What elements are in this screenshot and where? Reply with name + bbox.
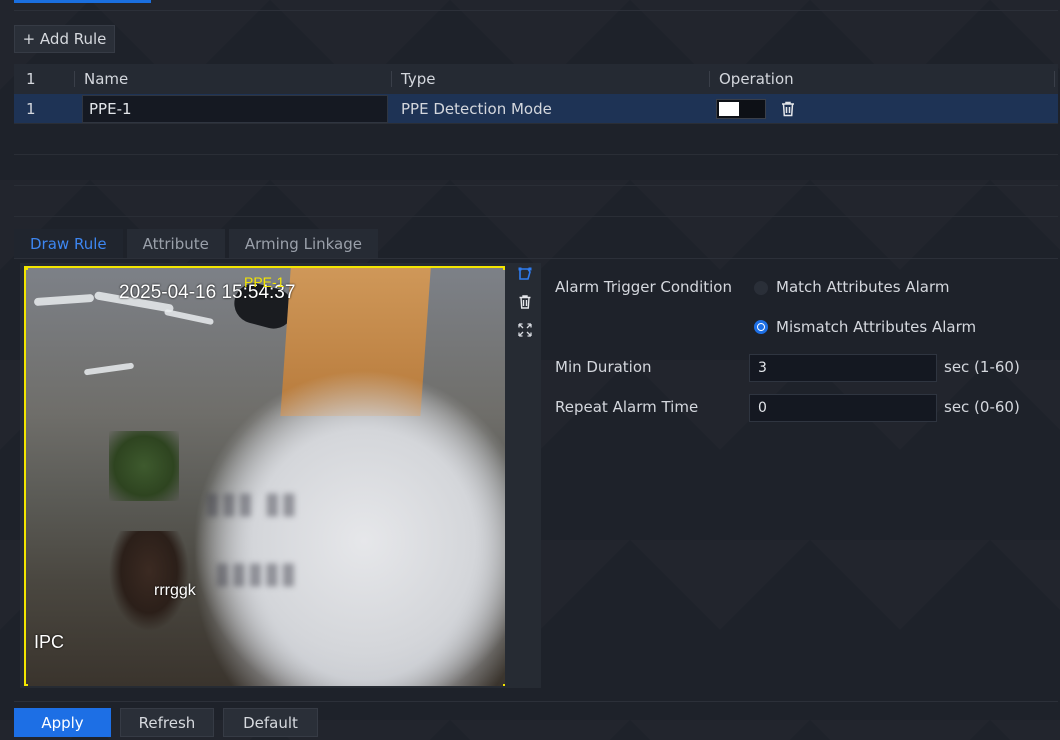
toggle-knob bbox=[719, 102, 739, 116]
divider bbox=[14, 258, 1058, 259]
region-handle[interactable] bbox=[503, 266, 505, 270]
tab-draw-rule[interactable]: Draw Rule bbox=[14, 229, 123, 259]
detection-region[interactable]: PPE-1 bbox=[24, 266, 505, 686]
mismatch-attributes-label[interactable]: Mismatch Attributes Alarm bbox=[776, 318, 976, 336]
row-index: 1 bbox=[26, 100, 36, 118]
repeat-alarm-label: Repeat Alarm Time bbox=[555, 398, 699, 416]
draw-region-icon[interactable] bbox=[517, 266, 533, 282]
trash-icon[interactable] bbox=[517, 294, 533, 310]
header-index: 1 bbox=[26, 70, 36, 88]
alarm-trigger-label: Alarm Trigger Condition bbox=[555, 278, 732, 296]
region-label: PPE-1 bbox=[244, 274, 285, 290]
video-toolbar bbox=[509, 263, 541, 688]
region-handle[interactable] bbox=[24, 266, 28, 270]
add-rule-button[interactable]: + Add Rule bbox=[14, 25, 115, 53]
region-handle[interactable] bbox=[24, 684, 28, 686]
divider bbox=[14, 10, 1058, 11]
rule-type: PPE Detection Mode bbox=[401, 100, 552, 118]
table-header: 1 Name Type Operation bbox=[14, 64, 1058, 94]
min-duration-unit: sec (1-60) bbox=[944, 358, 1020, 376]
column-separator bbox=[74, 71, 75, 87]
apply-button[interactable]: Apply bbox=[14, 708, 111, 737]
active-tab-indicator bbox=[14, 0, 151, 3]
match-attributes-label[interactable]: Match Attributes Alarm bbox=[776, 278, 950, 296]
trash-icon[interactable] bbox=[779, 100, 797, 118]
table-row-empty bbox=[14, 186, 1058, 217]
camera-live-view[interactable]: ▮▮▮ ▮▮ ▮▮▮▮▮ 2025-04-16 15:54:37 rrrggk … bbox=[24, 266, 505, 686]
repeat-alarm-input[interactable]: 0 bbox=[749, 394, 937, 422]
ppe-rule-config-page: + Add Rule 1 Name Type Operation 1 PPE-1… bbox=[0, 0, 1060, 740]
rule-enable-toggle[interactable] bbox=[716, 99, 766, 119]
tab-attribute[interactable]: Attribute bbox=[126, 229, 225, 259]
region-handle[interactable] bbox=[503, 684, 505, 686]
header-type: Type bbox=[401, 70, 436, 88]
column-separator bbox=[709, 71, 710, 87]
header-name: Name bbox=[84, 70, 129, 88]
divider bbox=[14, 701, 1058, 702]
repeat-alarm-unit: sec (0-60) bbox=[944, 398, 1020, 416]
rule-name-input[interactable]: PPE-1 bbox=[82, 95, 388, 123]
config-tabs: Draw Rule Attribute Arming Linkage bbox=[14, 229, 382, 259]
column-separator bbox=[391, 71, 392, 87]
table-row[interactable]: 1 PPE-1 PPE Detection Mode bbox=[14, 94, 1058, 124]
refresh-button[interactable]: Refresh bbox=[120, 708, 214, 737]
table-row-empty bbox=[14, 155, 1058, 186]
tab-arming-linkage[interactable]: Arming Linkage bbox=[228, 229, 378, 259]
column-separator bbox=[1054, 71, 1055, 87]
default-button[interactable]: Default bbox=[223, 708, 318, 737]
min-duration-input[interactable]: 3 bbox=[749, 354, 937, 382]
video-preview-frame: ▮▮▮ ▮▮ ▮▮▮▮▮ 2025-04-16 15:54:37 rrrggk … bbox=[20, 263, 541, 688]
rule-table: 1 Name Type Operation 1 PPE-1 PPE Detect… bbox=[14, 64, 1058, 217]
table-row-empty bbox=[14, 124, 1058, 155]
min-duration-label: Min Duration bbox=[555, 358, 652, 376]
radio-match-attributes[interactable] bbox=[754, 281, 768, 295]
fullscreen-icon[interactable] bbox=[517, 322, 533, 338]
header-operation: Operation bbox=[719, 70, 794, 88]
radio-mismatch-attributes[interactable] bbox=[754, 320, 768, 334]
